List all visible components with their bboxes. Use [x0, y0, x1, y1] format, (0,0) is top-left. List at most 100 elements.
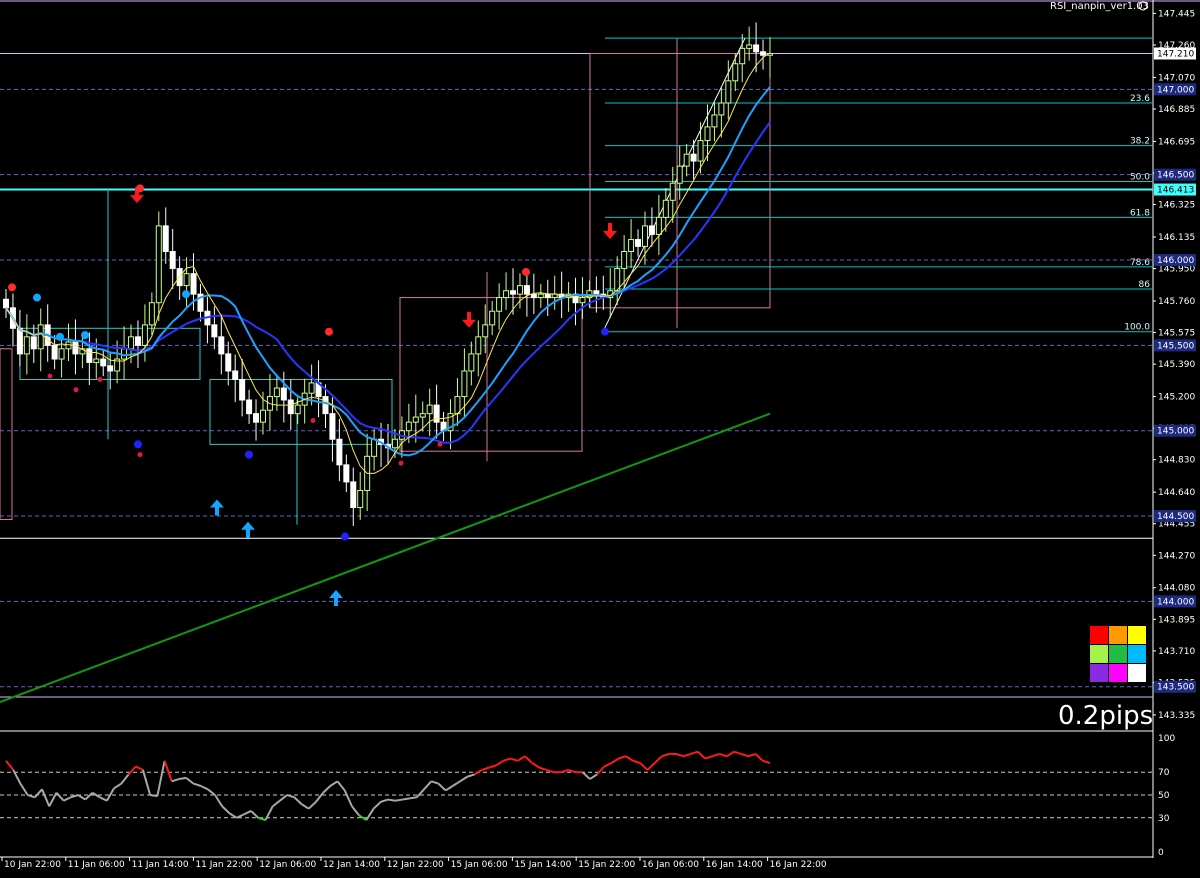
candle-body — [475, 336, 482, 355]
rsi-line-segment — [387, 798, 396, 802]
candle-body — [273, 387, 280, 398]
spread-label: 0.2pips — [1058, 701, 1153, 731]
candle-body — [760, 51, 767, 56]
signal-dot — [522, 267, 530, 276]
palette-swatch — [1109, 645, 1127, 663]
fib-level-label: 61.8 — [1130, 208, 1150, 218]
candle-body — [419, 413, 426, 418]
candle-body — [753, 44, 760, 53]
candle-body — [669, 182, 676, 201]
candle-body — [537, 293, 544, 299]
signal-dot — [81, 331, 89, 340]
signal-dot — [245, 450, 253, 459]
rsi-line-segment — [409, 796, 417, 800]
signal-dot-small — [437, 441, 443, 447]
candle-body — [621, 250, 628, 270]
rsi-line-segment — [149, 794, 158, 798]
candle-body — [593, 290, 600, 295]
candle-body — [23, 336, 30, 355]
candle-body — [280, 387, 287, 401]
candle-body — [253, 413, 260, 423]
signal-dot-small — [137, 452, 143, 458]
palette-swatch — [1128, 626, 1146, 644]
candle-body — [662, 199, 669, 218]
candle-body — [93, 358, 100, 363]
candle-body — [128, 336, 135, 350]
signal-dot — [8, 283, 16, 292]
candle-body — [579, 297, 586, 304]
price-tick-label: 146.885 — [1158, 105, 1195, 115]
candle-body — [343, 464, 350, 483]
price-tick-label: 145.575 — [1158, 329, 1195, 339]
fib-level-label: 23.6 — [1130, 94, 1150, 104]
rsi-tick-label: 100 — [1158, 734, 1175, 744]
candle-body — [30, 336, 37, 350]
signal-dot-small — [310, 417, 316, 423]
candle-body — [190, 273, 197, 295]
time-tick-label: 12 Jan 22:00 — [387, 860, 444, 870]
candle-body — [676, 165, 683, 184]
candle-body — [225, 353, 232, 372]
candle-body — [37, 324, 44, 350]
fib-level-label: 50.0 — [1130, 173, 1150, 183]
round-level-label: 146.000 — [1157, 256, 1194, 266]
price-tick-label: 146.325 — [1158, 201, 1195, 211]
signal-dot-small — [97, 377, 103, 383]
time-tick-label: 16 Jan 22:00 — [770, 860, 827, 870]
fib-level-label: 78.6 — [1130, 258, 1150, 268]
candle-body — [489, 310, 496, 326]
rsi-tick-label: 50 — [1158, 791, 1170, 801]
palette-swatch — [1090, 664, 1108, 682]
price-tick-label: 147.445 — [1158, 9, 1195, 19]
candle-body — [100, 358, 107, 367]
candle-body — [683, 153, 690, 167]
candle-body — [141, 324, 148, 346]
candle-body — [641, 225, 648, 247]
candle-body — [51, 344, 58, 360]
candle-body — [412, 416, 419, 423]
price-tick-label: 144.830 — [1158, 456, 1195, 466]
round-level-label: 144.000 — [1157, 597, 1194, 607]
candle-body — [516, 285, 523, 295]
highlight-price-label: 146.413 — [1157, 186, 1194, 196]
time-tick-label: 12 Jan 06:00 — [259, 860, 316, 870]
candle-body — [155, 225, 162, 304]
candle-body — [461, 370, 468, 398]
round-level-label: 144.500 — [1157, 512, 1194, 522]
round-level-label: 146.500 — [1157, 171, 1194, 181]
signal-dot — [56, 332, 64, 341]
price-tick-label: 146.135 — [1158, 233, 1195, 243]
palette-swatch — [1090, 645, 1108, 663]
time-tick-label: 12 Jan 14:00 — [323, 860, 380, 870]
signal-dot — [325, 327, 333, 336]
rsi-line-segment — [178, 776, 187, 781]
candle-body — [329, 413, 336, 440]
candle-body — [655, 216, 662, 235]
candle-body — [308, 382, 315, 394]
time-tick-label: 11 Jan 22:00 — [195, 860, 252, 870]
round-level-label: 145.000 — [1157, 427, 1194, 437]
candle-body — [107, 365, 114, 372]
time-tick-label: 11 Jan 14:00 — [132, 860, 189, 870]
trading-chart[interactable]: 23.6 38.2 50.0 61.8 78.6 86 100.0 RSI_nanpin_v… — [0, 0, 1200, 878]
candle-body — [405, 421, 412, 432]
candle-body — [72, 341, 79, 355]
time-tick-label: 11 Jan 06:00 — [68, 860, 125, 870]
candle-body — [732, 63, 739, 82]
round-level-label: 143.500 — [1157, 683, 1194, 693]
candle-body — [371, 438, 378, 457]
price-tick-label: 147.070 — [1158, 73, 1195, 83]
indicator-name: RSI_nanpin_ver1.03 — [1050, 1, 1149, 12]
signal-dot — [33, 293, 41, 302]
signal-dot-small — [73, 387, 79, 393]
candle-body — [3, 298, 9, 309]
chart-background — [0, 0, 1200, 878]
price-tick-label: 145.200 — [1158, 393, 1195, 403]
candle-body — [648, 225, 655, 235]
color-palette[interactable] — [1090, 626, 1146, 682]
signal-dot — [134, 440, 142, 449]
signal-dot-small — [47, 373, 53, 379]
candle-body — [704, 126, 711, 142]
candle-body — [211, 324, 218, 338]
candle-body — [482, 324, 489, 338]
